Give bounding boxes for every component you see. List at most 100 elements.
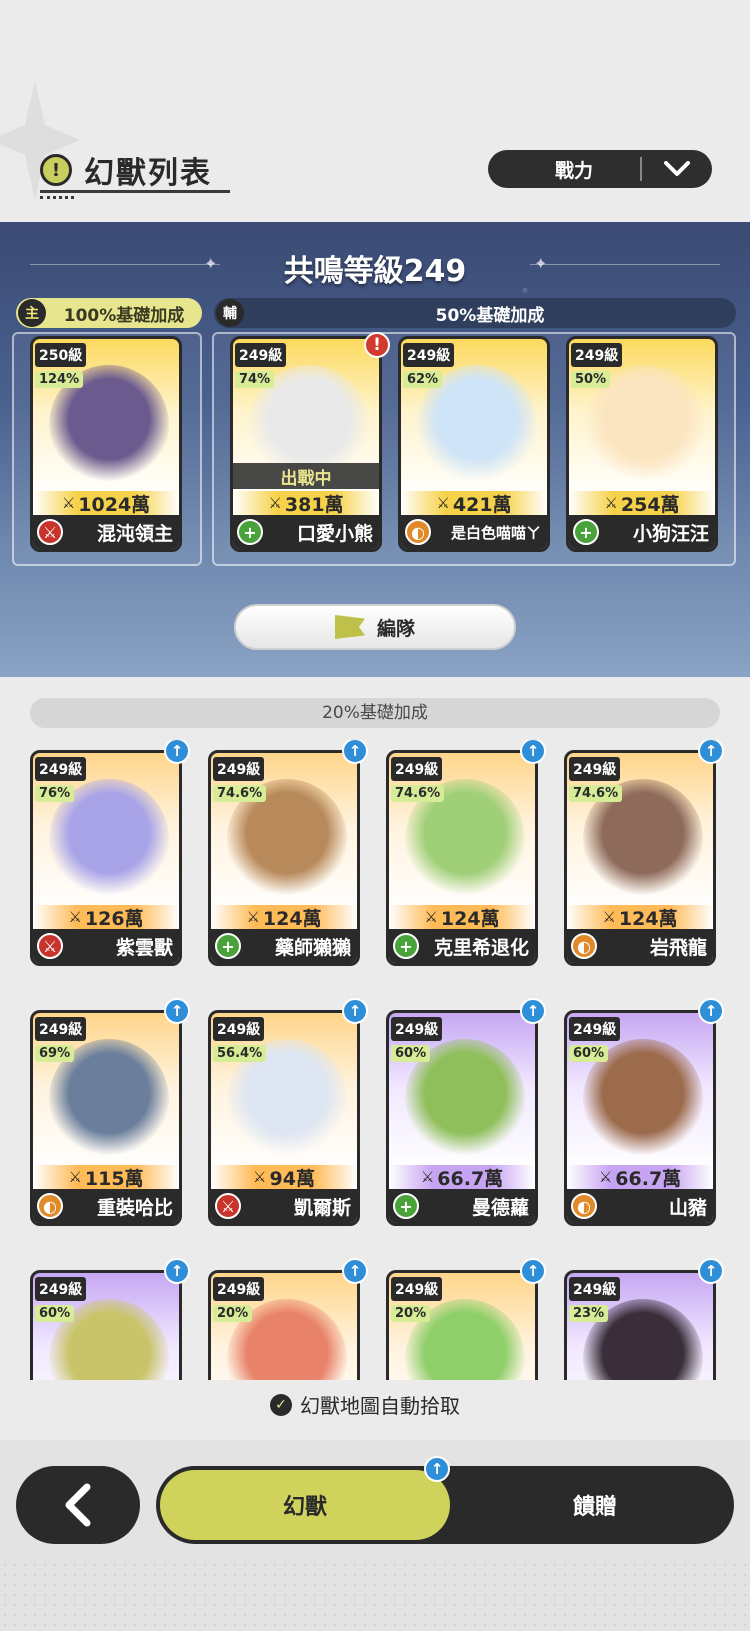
crossed-swords-icon: ⚔ — [68, 908, 82, 926]
beast-card[interactable]: 249級 74% 出戰中 ⚔ 381萬 + 口愛小熊 — [230, 336, 382, 552]
beast-name-bar: + 克里希退化 — [389, 929, 535, 963]
beast-percent: 74.6% — [569, 785, 623, 802]
beast-name-bar: ⚔ 混沌領主 — [33, 515, 179, 549]
beast-level: 250級 — [35, 343, 87, 367]
beast-power: ⚔ 381萬 — [233, 491, 379, 516]
crossed-swords-icon: ⚔ — [246, 908, 260, 926]
beast-level: 249級 — [569, 1017, 621, 1041]
beast-card[interactable]: 249級 60% — [30, 1270, 182, 1380]
beast-card[interactable]: 249級 69% ⚔ 115萬 ◐ 重裝哈比 — [30, 1010, 182, 1226]
beast-card[interactable]: 250級 124% ⚔ 1024萬 ⚔ 混沌領主 — [30, 336, 182, 552]
tab-beasts[interactable]: 幻獸 — [160, 1470, 450, 1540]
beast-card[interactable]: 249級 60% ⚔ 66.7萬 + 曼德蘿 — [386, 1010, 538, 1226]
beast-power: ⚔ 126萬 — [33, 905, 179, 930]
upgrade-arrow-icon: ↑ — [520, 1258, 546, 1284]
beast-card[interactable]: 249級 56.4% ⚔ 94萬 ⚔ 凱爾斯 — [208, 1010, 360, 1226]
beast-power-value: 124萬 — [440, 907, 500, 930]
beast-card[interactable]: 249級 74.6% ⚔ 124萬 + 克里希退化 — [386, 750, 538, 966]
defense-role-icon: ◐ — [405, 519, 431, 545]
beast-card[interactable]: 249級 60% ⚔ 66.7萬 ◐ 山豬 — [564, 1010, 716, 1226]
nav-pattern — [0, 1560, 750, 1631]
beast-percent: 60% — [391, 1045, 431, 1062]
beast-power: ⚔ 94萬 — [211, 1165, 357, 1190]
beast-power-value: 66.7萬 — [437, 1167, 504, 1190]
upgrade-arrow-icon: ↑ — [342, 1258, 368, 1284]
beast-card[interactable]: 249級 76% ⚔ 126萬 ⚔ 紫雲獸 — [30, 750, 182, 966]
beast-power: ⚔ 421萬 — [401, 491, 547, 516]
beast-power-value: 381萬 — [284, 493, 344, 516]
beast-card[interactable]: 249級 23% — [564, 1270, 716, 1380]
beast-name-bar: + 口愛小熊 — [233, 515, 379, 549]
beast-level: 249級 — [571, 343, 623, 367]
crossed-swords-icon: ⚔ — [602, 908, 616, 926]
beast-card[interactable]: 249級 74.6% ⚔ 124萬 ◐ 岩飛龍 — [564, 750, 716, 966]
beast-level: 249級 — [391, 1017, 443, 1041]
beast-name: 重裝哈比 — [96, 1196, 173, 1219]
beast-power-value: 94萬 — [269, 1167, 315, 1190]
auto-pickup-toggle[interactable]: ✓ 幻獸地圖自動拾取 — [270, 1390, 460, 1419]
sub-badge: 輔 — [216, 299, 244, 327]
beast-name-bar: + 曼德蘿 — [389, 1189, 535, 1223]
sub-bonus-text: 50%基礎加成 — [435, 305, 545, 326]
beast-card[interactable]: 249級 62% ⚔ 421萬 ◐ 是白色喵喵ㄚ — [398, 336, 550, 552]
beast-power: ⚔ 124萬 — [567, 905, 713, 930]
crossed-swords-icon: ⚔ — [420, 1168, 435, 1186]
beast-level: 249級 — [213, 757, 265, 781]
sub-slot-tag: 輔 50%基礎加成 — [214, 298, 736, 328]
beast-power-value: 124萬 — [618, 907, 678, 930]
heal-role-icon: + — [393, 1193, 419, 1219]
beast-name: 曼德蘿 — [471, 1196, 529, 1219]
beast-level: 249級 — [235, 343, 287, 367]
beast-card[interactable]: 249級 20% — [208, 1270, 360, 1380]
beast-level: 249級 — [391, 1277, 443, 1301]
team-formation-label: 編隊 — [376, 617, 415, 640]
beast-name-bar: ⚔ 凱爾斯 — [211, 1189, 357, 1223]
crossed-swords-icon: ⚔ — [424, 908, 438, 926]
defense-role-icon: ◐ — [571, 933, 597, 959]
beast-power-value: 254萬 — [620, 493, 680, 516]
beast-level: 249級 — [213, 1017, 265, 1041]
sort-dropdown[interactable]: 戰力 — [488, 150, 712, 188]
back-button[interactable] — [16, 1466, 140, 1544]
upgrade-arrow-icon: ↑ — [520, 998, 546, 1024]
beast-level: 249級 — [391, 757, 443, 781]
beast-power-value: 115萬 — [84, 1167, 144, 1190]
beast-percent: 69% — [35, 1045, 75, 1062]
resonance-panel: ✦ ✦ 共鳴等級249 主 100%基礎加成 輔 50%基礎加成 編隊 250級… — [0, 222, 750, 677]
beast-percent: 62% — [403, 371, 443, 388]
beast-name-bar: + 藥師獺獺 — [211, 929, 357, 963]
upgrade-arrow-icon: ↑ — [424, 1456, 450, 1482]
checkmark-icon: ✓ — [270, 1393, 292, 1416]
beast-name-bar: ◐ 山豬 — [567, 1189, 713, 1223]
beast-level: 249級 — [403, 343, 455, 367]
heal-role-icon: + — [573, 519, 599, 545]
attack-role-icon: ⚔ — [37, 519, 63, 545]
crossed-swords-icon: ⚔ — [68, 1168, 82, 1186]
beast-name: 藥師獺獺 — [274, 936, 351, 959]
beast-power-value: 126萬 — [84, 907, 144, 930]
beast-power-value: 124萬 — [262, 907, 322, 930]
team-formation-button[interactable]: 編隊 — [234, 604, 516, 650]
beast-power: ⚔ 66.7萬 — [389, 1165, 535, 1190]
header: ! 幻獸列表 戰力 — [0, 0, 750, 222]
beast-percent: 74.6% — [213, 785, 267, 802]
upgrade-arrow-icon: ↑ — [164, 740, 190, 764]
tab-gift[interactable]: 饋贈 — [456, 1466, 734, 1544]
in-battle-banner: 出戰中 — [233, 463, 379, 489]
beast-level: 249級 — [213, 1277, 265, 1301]
defense-role-icon: ◐ — [37, 1193, 63, 1219]
beast-power-value: 421萬 — [452, 493, 512, 516]
beast-power: ⚔ 124萬 — [389, 905, 535, 930]
beast-name: 克里希退化 — [433, 936, 529, 959]
beast-card[interactable]: 249級 74.6% ⚔ 124萬 + 藥師獺獺 — [208, 750, 360, 966]
beast-power: ⚔ 115萬 — [33, 1165, 179, 1190]
beast-name: 凱爾斯 — [293, 1196, 351, 1219]
beast-name-bar: ◐ 是白色喵喵ㄚ — [401, 515, 547, 549]
beast-name: 山豬 — [668, 1196, 707, 1219]
resonance-level: 共鳴等級249 — [283, 254, 467, 289]
beast-card[interactable]: 249級 50% ⚔ 254萬 + 小狗汪汪 — [566, 336, 718, 552]
upgrade-arrow-icon: ↑ — [698, 740, 724, 764]
beast-percent: 76% — [35, 785, 75, 802]
beast-power: ⚔ 66.7萬 — [567, 1165, 713, 1190]
beast-card[interactable]: 249級 20% — [386, 1270, 538, 1380]
